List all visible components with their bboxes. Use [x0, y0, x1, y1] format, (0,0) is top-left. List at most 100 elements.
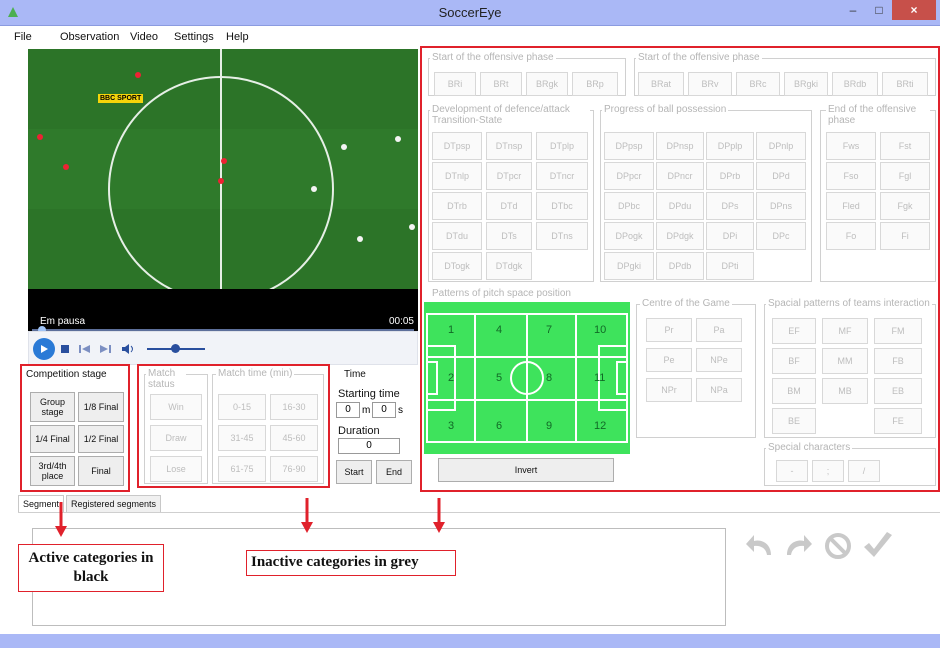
fst-button[interactable]: Fst: [880, 132, 930, 160]
third-place-button[interactable]: 3rd/4th place: [30, 456, 75, 486]
dpc-button[interactable]: DPc: [756, 222, 806, 250]
bm-button[interactable]: BM: [772, 378, 816, 404]
dpd-button[interactable]: DPd: [756, 162, 806, 190]
dpplp-button[interactable]: DPplp: [706, 132, 754, 160]
zone-5[interactable]: 5: [496, 372, 502, 384]
brti-button[interactable]: BRti: [882, 72, 928, 96]
zone-8[interactable]: 8: [546, 372, 552, 384]
fled-button[interactable]: Fled: [826, 192, 876, 220]
start-button[interactable]: Start: [336, 460, 372, 484]
dppcr-button[interactable]: DPpcr: [604, 162, 654, 190]
menu-observation[interactable]: Observation: [60, 31, 119, 43]
fo-button[interactable]: Fo: [826, 222, 876, 250]
dppsp-button[interactable]: DPpsp: [604, 132, 654, 160]
lose-button[interactable]: Lose: [150, 456, 202, 482]
zone-12[interactable]: 12: [594, 420, 606, 432]
final-button[interactable]: Final: [78, 456, 124, 486]
dpns-button[interactable]: DPns: [756, 192, 806, 220]
draw-button[interactable]: Draw: [150, 425, 202, 451]
dpgki-button[interactable]: DPgki: [604, 252, 654, 280]
brgk-button[interactable]: BRgk: [526, 72, 568, 96]
bri-button[interactable]: BRi: [434, 72, 476, 96]
invert-button[interactable]: Invert: [438, 458, 614, 482]
zone-11[interactable]: 11: [594, 372, 605, 384]
dpdu-button[interactable]: DPdu: [656, 192, 704, 220]
dtdu-button[interactable]: DTdu: [432, 222, 482, 250]
volume-icon[interactable]: [121, 343, 135, 355]
close-button[interactable]: ×: [892, 0, 936, 20]
be-button[interactable]: BE: [772, 408, 816, 434]
end-button[interactable]: End: [376, 460, 412, 484]
fb-button[interactable]: FB: [874, 348, 922, 374]
dtnsp-button[interactable]: DTnsp: [486, 132, 532, 160]
fgk-button[interactable]: Fgk: [880, 192, 930, 220]
zone-4[interactable]: 4: [496, 324, 502, 336]
cancel-button[interactable]: [820, 528, 856, 564]
dtncr-button[interactable]: DTncr: [536, 162, 588, 190]
fso-button[interactable]: Fso: [826, 162, 876, 190]
brgki-button[interactable]: BRgki: [784, 72, 828, 96]
fm-button[interactable]: FM: [874, 318, 922, 344]
zone-10[interactable]: 10: [594, 324, 606, 336]
menu-settings[interactable]: Settings: [174, 31, 214, 43]
npr-button[interactable]: NPr: [646, 378, 692, 402]
zone-7[interactable]: 7: [546, 324, 552, 336]
minimize-button[interactable]: –: [840, 0, 866, 20]
dtns-button[interactable]: DTns: [536, 222, 588, 250]
time-0-15-button[interactable]: 0-15: [218, 394, 266, 420]
confirm-button[interactable]: [860, 528, 896, 564]
maximize-button[interactable]: □: [866, 0, 892, 20]
slash-char-button[interactable]: /: [848, 460, 880, 482]
menu-video[interactable]: Video: [130, 31, 158, 43]
mf-button[interactable]: MF: [822, 318, 868, 344]
play-button[interactable]: [33, 338, 55, 360]
group-stage-button[interactable]: Group stage: [30, 392, 75, 422]
start-minutes-input[interactable]: 0: [336, 402, 360, 418]
zone-2[interactable]: 2: [448, 372, 454, 384]
semi-final-button[interactable]: 1/2 Final: [78, 425, 124, 453]
start-seconds-input[interactable]: 0: [372, 402, 396, 418]
volume-thumb[interactable]: [171, 344, 180, 353]
fgl-button[interactable]: Fgl: [880, 162, 930, 190]
dtpsp-button[interactable]: DTpsp: [432, 132, 482, 160]
dpti-button[interactable]: DPti: [706, 252, 754, 280]
tab-registered-segments[interactable]: Registered segments: [66, 495, 162, 512]
brdb-button[interactable]: BRdb: [832, 72, 878, 96]
dpbc-button[interactable]: DPbc: [604, 192, 654, 220]
bf-button[interactable]: BF: [772, 348, 816, 374]
zone-6[interactable]: 6: [496, 420, 502, 432]
brv-button[interactable]: BRv: [688, 72, 732, 96]
brp-button[interactable]: BRp: [572, 72, 618, 96]
dtogk-button[interactable]: DTogk: [432, 252, 482, 280]
time-31-45-button[interactable]: 31-45: [218, 425, 266, 451]
npe-button[interactable]: NPe: [696, 348, 742, 372]
time-45-60-button[interactable]: 45-60: [270, 425, 318, 451]
eb-button[interactable]: EB: [874, 378, 922, 404]
dpi-button[interactable]: DPi: [706, 222, 754, 250]
duration-input[interactable]: 0: [338, 438, 400, 454]
ef-button[interactable]: EF: [772, 318, 816, 344]
dtd-button[interactable]: DTd: [486, 192, 532, 220]
mb-button[interactable]: MB: [822, 378, 868, 404]
menu-help[interactable]: Help: [226, 31, 249, 43]
dtbc-button[interactable]: DTbc: [536, 192, 588, 220]
dtrb-button[interactable]: DTrb: [432, 192, 482, 220]
fe-button[interactable]: FE: [874, 408, 922, 434]
round-16-button[interactable]: 1/8 Final: [78, 392, 124, 422]
dtnlp-button[interactable]: DTnlp: [432, 162, 482, 190]
menu-file[interactable]: File: [14, 31, 32, 43]
undo-button[interactable]: [742, 528, 778, 564]
stop-icon[interactable]: [61, 345, 69, 353]
redo-button[interactable]: [780, 528, 816, 564]
win-button[interactable]: Win: [150, 394, 202, 420]
time-61-75-button[interactable]: 61-75: [218, 456, 266, 482]
dpnlp-button[interactable]: DPnlp: [756, 132, 806, 160]
zone-3[interactable]: 3: [448, 420, 454, 432]
dtplp-button[interactable]: DTplp: [536, 132, 588, 160]
zone-9[interactable]: 9: [546, 420, 552, 432]
brat-button[interactable]: BRat: [638, 72, 684, 96]
pr-button[interactable]: Pr: [646, 318, 692, 342]
dtpcr-button[interactable]: DTpcr: [486, 162, 532, 190]
dprb-button[interactable]: DPrb: [706, 162, 754, 190]
zone-1[interactable]: 1: [448, 324, 454, 336]
